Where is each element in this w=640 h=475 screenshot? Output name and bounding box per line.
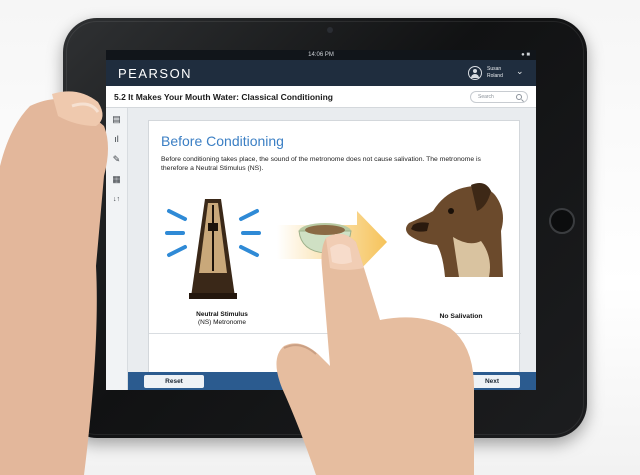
stimulus-title: Neutral Stimulus: [196, 311, 248, 318]
left-hand: [0, 91, 108, 475]
status-bar: 14:06 PM ● ■: [106, 50, 536, 60]
right-hand: [276, 233, 474, 475]
card-body-text: Before conditioning takes place, the sou…: [161, 156, 481, 172]
user-avatar-icon[interactable]: [468, 66, 482, 80]
chevron-down-icon[interactable]: ⌄: [516, 66, 524, 77]
camera-icon: [327, 27, 333, 33]
lesson-titlebar: 5.2 It Makes Your Mouth Water: Classical…: [106, 86, 536, 108]
reset-button[interactable]: Reset: [144, 375, 204, 388]
search-placeholder: Search: [478, 94, 494, 100]
page-title: 5.2 It Makes Your Mouth Water: Classical…: [114, 92, 333, 102]
home-button[interactable]: [549, 208, 575, 234]
metronome-illustration: [165, 199, 261, 299]
search-input[interactable]: Search: [470, 91, 528, 103]
app-header: PEARSON Susan Roland ⌄: [106, 60, 536, 86]
battery-icon: ● ■: [521, 52, 530, 58]
brand-logo: PEARSON: [118, 66, 193, 81]
card-title: Before Conditioning: [161, 133, 284, 149]
user-name[interactable]: Susan Roland: [487, 66, 511, 80]
search-icon[interactable]: [516, 94, 522, 100]
status-time: 14:06 PM: [308, 52, 334, 58]
stimulus-subtitle: (NS) Metronome: [197, 319, 247, 326]
